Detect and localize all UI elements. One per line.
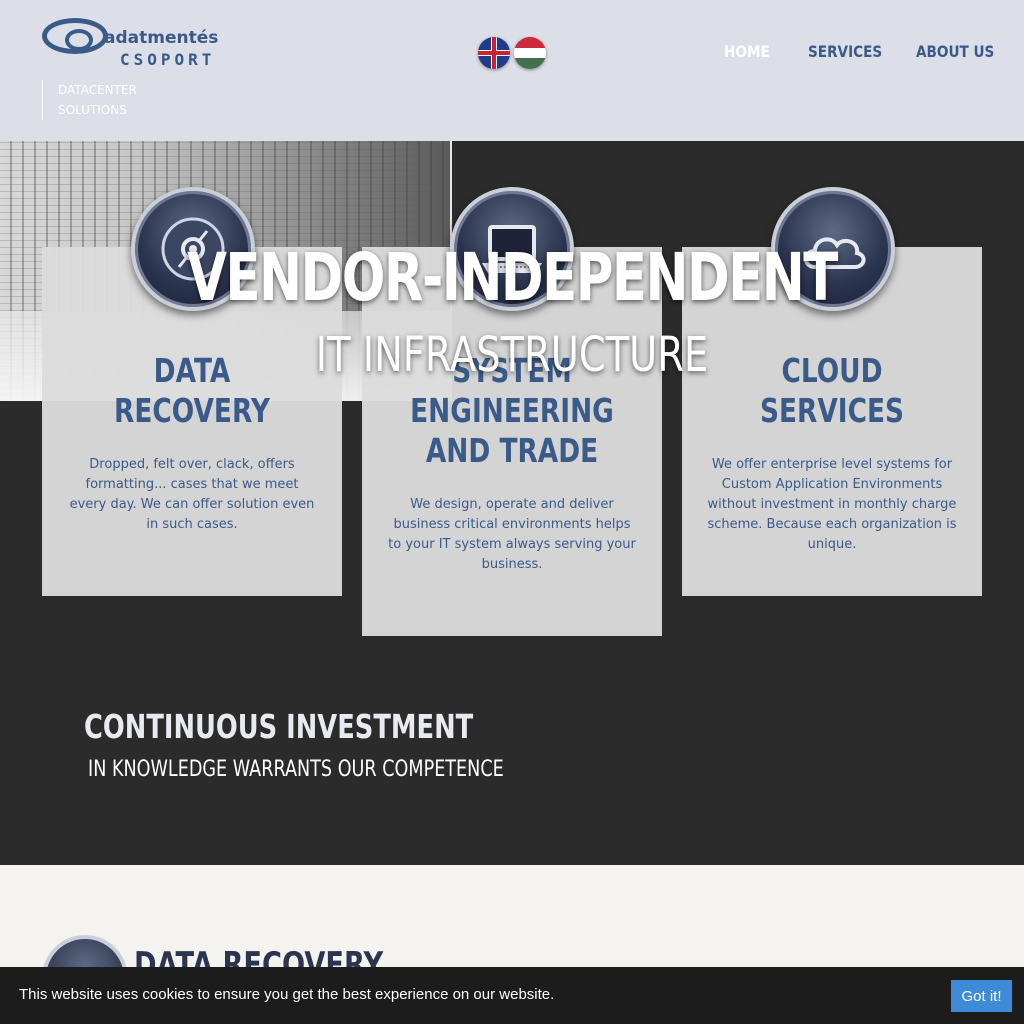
- investment-subheading: IN KNOWLEDGE WARRANTS OUR COMPETENCE: [88, 757, 504, 782]
- service-text: We design, operate and deliver business …: [388, 497, 636, 572]
- nav-services[interactable]: SERVICES: [808, 42, 882, 61]
- tagline-line-2: SOLUTIONS: [58, 103, 127, 117]
- hero-subtitle: IT INFRASTRUCTURE: [315, 327, 709, 383]
- logo-name: adatmentés: [104, 28, 219, 48]
- english-flag-icon[interactable]: [478, 37, 510, 69]
- hero-section: DATA RECOVERY Dropped, felt over, clack,…: [0, 141, 1024, 865]
- service-text: We offer enterprise level systems for Cu…: [707, 457, 957, 552]
- cookie-accept-button[interactable]: Got it!: [951, 980, 1012, 1012]
- logo-group: CSOPORT: [120, 50, 216, 69]
- site-logo[interactable]: adatmentés CSOPORT: [40, 14, 240, 74]
- investment-heading: CONTINUOUS INVESTMENT: [84, 707, 474, 746]
- hero-title: VENDOR-INDEPENDENT: [187, 239, 838, 316]
- logo-mark-icon: [42, 18, 108, 54]
- hungarian-flag-icon[interactable]: [514, 37, 546, 69]
- nav-about-us[interactable]: ABOUT US: [916, 42, 994, 61]
- service-text: Dropped, felt over, clack, offers format…: [69, 457, 315, 532]
- cookie-banner: This website uses cookies to ensure you …: [0, 967, 1024, 1024]
- cookie-text: This website uses cookies to ensure you …: [19, 986, 555, 1003]
- nav-home[interactable]: HOME: [724, 42, 770, 61]
- tagline-line-1: DATACENTER: [58, 83, 137, 97]
- site-header: adatmentés CSOPORT DATACENTER SOLUTIONS …: [0, 0, 1024, 141]
- tagline: DATACENTER SOLUTIONS: [42, 80, 137, 120]
